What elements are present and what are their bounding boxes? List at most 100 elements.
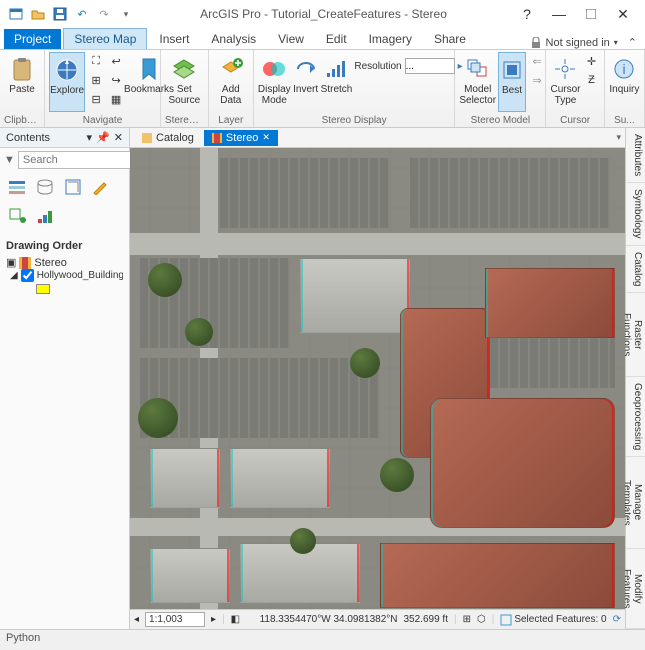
model-selector-button[interactable]: Model Selector bbox=[459, 52, 496, 112]
new-project-icon[interactable] bbox=[8, 6, 24, 22]
group-layer: Add Data Layer bbox=[209, 50, 254, 127]
inquiry-icon: i bbox=[611, 56, 637, 82]
side-tab-attributes[interactable]: Attributes bbox=[626, 128, 645, 183]
pane-close-icon[interactable]: ✕ bbox=[114, 131, 123, 144]
list-by-drawing-order-icon[interactable] bbox=[6, 176, 28, 198]
view-tab-catalog[interactable]: Catalog bbox=[134, 130, 202, 146]
list-by-editing-icon[interactable] bbox=[90, 176, 112, 198]
resolution-input[interactable] bbox=[405, 58, 455, 74]
pane-menu-icon[interactable]: ▾ bbox=[87, 131, 93, 144]
map-canvas[interactable] bbox=[130, 148, 625, 609]
group-stereo-model: Model Selector Best ⇐ ⇒ Stereo Model bbox=[455, 50, 546, 127]
tab-view[interactable]: View bbox=[268, 29, 314, 49]
help-button[interactable]: ? bbox=[513, 3, 541, 25]
ribbon-collapse-icon[interactable]: ⌃ bbox=[628, 36, 637, 49]
display-mode-button[interactable]: Display Mode bbox=[258, 52, 291, 112]
catalog-tab-icon bbox=[142, 133, 152, 143]
cursor-snap-icon[interactable]: ✛ bbox=[583, 52, 601, 70]
stereo-tab-label: Stereo bbox=[226, 132, 258, 144]
side-tab-raster-functions[interactable]: Raster Functions bbox=[626, 293, 645, 377]
fixed-zoom-out-icon[interactable]: ⊟ bbox=[87, 90, 105, 108]
minimize-button[interactable]: — bbox=[545, 3, 573, 25]
quick-access-toolbar: ↶ ↷ ▾ bbox=[8, 6, 134, 22]
side-tab-catalog[interactable]: Catalog bbox=[626, 246, 645, 293]
tab-edit[interactable]: Edit bbox=[316, 29, 357, 49]
full-extent-icon[interactable]: ⛶ bbox=[87, 52, 105, 70]
tab-share[interactable]: Share bbox=[424, 29, 476, 49]
python-pane-collapsed[interactable]: Python bbox=[0, 629, 645, 650]
add-data-button[interactable]: Add Data bbox=[213, 52, 249, 112]
sign-in-link[interactable]: Not signed in ▾ ⌃ bbox=[530, 36, 637, 49]
side-tab-geoprocessing[interactable]: Geoprocessing bbox=[626, 377, 645, 457]
contents-title: Contents bbox=[6, 132, 50, 144]
stretch-label: Stretch bbox=[321, 84, 353, 95]
view-tabs-dropdown-icon[interactable]: ▾ bbox=[616, 132, 621, 143]
view-tab-stereo[interactable]: Stereo ✕ bbox=[204, 130, 278, 146]
inquiry-button[interactable]: i Inquiry bbox=[609, 52, 640, 112]
group-stereo-display-label: Stereo Display bbox=[258, 115, 450, 127]
model-selector-icon bbox=[465, 56, 491, 82]
next-model-icon[interactable]: ⇒ bbox=[528, 71, 546, 89]
tab-insert[interactable]: Insert bbox=[149, 29, 199, 49]
side-tab-manage-templates[interactable]: Manage Templates bbox=[626, 457, 645, 549]
list-by-labeling-icon[interactable] bbox=[34, 204, 56, 226]
filter-icon[interactable]: ▼ bbox=[4, 154, 15, 166]
best-button[interactable]: Best bbox=[498, 52, 526, 112]
tab-analysis[interactable]: Analysis bbox=[201, 29, 266, 49]
expand-icon[interactable]: ▣ bbox=[6, 256, 16, 269]
refresh-icon[interactable]: ⟳ bbox=[613, 614, 621, 625]
side-tab-symbology[interactable]: Symbology bbox=[626, 183, 645, 245]
list-by-source-icon[interactable] bbox=[34, 176, 56, 198]
tab-project[interactable]: Project bbox=[4, 29, 61, 49]
snapping-icon[interactable]: ⊞ bbox=[463, 614, 471, 625]
scale-down-icon[interactable]: ◂ bbox=[134, 614, 139, 625]
next-extent-icon[interactable]: ↪ bbox=[107, 71, 125, 89]
map-area: Catalog Stereo ✕ ▾ bbox=[130, 128, 625, 629]
contents-pane: Contents ▾ 📌 ✕ ▼ 🔍 Drawing Order ▣ bbox=[0, 128, 130, 629]
layer-item[interactable]: ◢ Hollywood_Buildings_C bbox=[10, 269, 123, 282]
side-tab-modify-features[interactable]: Modify Features bbox=[626, 549, 645, 629]
chevron-down-icon: ▾ bbox=[614, 38, 618, 47]
cursor-z-icon[interactable]: Ƶ bbox=[583, 71, 601, 89]
fixed-zoom-in-icon[interactable]: ⊞ bbox=[87, 71, 105, 89]
scale-combo[interactable]: 1:1,003 bbox=[145, 612, 205, 627]
best-label: Best bbox=[502, 85, 522, 96]
undo-icon[interactable]: ↶ bbox=[74, 6, 90, 22]
layer-visibility-checkbox[interactable] bbox=[21, 269, 34, 282]
zoom-to-sel-icon[interactable]: ▦ bbox=[107, 90, 125, 108]
cursor-type-button[interactable]: Cursor Type bbox=[550, 52, 580, 112]
list-by-selection-icon[interactable] bbox=[62, 176, 84, 198]
maximize-button[interactable] bbox=[577, 3, 605, 25]
open-project-icon[interactable] bbox=[30, 6, 46, 22]
scale-up-icon[interactable]: ▸ bbox=[211, 614, 216, 625]
group-navigate: Explore ⛶ ⊞ ⊟ ↩ ↪ ▦ Bookmarks Navigate bbox=[45, 50, 161, 127]
prev-extent-icon[interactable]: ↩ bbox=[107, 52, 125, 70]
map-frame-item[interactable]: ▣ Stereo bbox=[6, 256, 123, 269]
stretch-button[interactable]: Stretch bbox=[321, 52, 353, 112]
explore-icon bbox=[54, 57, 80, 83]
layer-symbol-swatch[interactable] bbox=[36, 284, 50, 294]
constraints-icon[interactable]: ⬡ bbox=[477, 614, 486, 625]
tab-stereo-map[interactable]: Stereo Map bbox=[63, 28, 147, 49]
close-button[interactable]: ✕ bbox=[609, 3, 637, 25]
dynamic-range-icon[interactable]: ◧ bbox=[231, 614, 240, 625]
invert-button[interactable]: Invert bbox=[293, 52, 319, 112]
tab-imagery[interactable]: Imagery bbox=[359, 29, 422, 49]
cursor-type-label: Cursor Type bbox=[550, 84, 580, 106]
sign-in-label: Not signed in bbox=[546, 37, 610, 49]
collapse-icon[interactable]: ◢ bbox=[10, 270, 18, 281]
close-tab-icon[interactable]: ✕ bbox=[262, 132, 270, 143]
qat-dropdown-icon[interactable]: ▾ bbox=[118, 6, 134, 22]
save-icon[interactable] bbox=[52, 6, 68, 22]
list-by-snapping-icon[interactable] bbox=[6, 204, 28, 226]
redo-icon[interactable]: ↷ bbox=[96, 6, 112, 22]
set-source-button[interactable]: Set Source bbox=[165, 52, 204, 112]
prev-model-icon[interactable]: ⇐ bbox=[528, 52, 546, 70]
clipboard-icon bbox=[9, 56, 35, 82]
ribbon-tabstrip: Project Stereo Map Insert Analysis View … bbox=[0, 28, 645, 50]
explore-button[interactable]: Explore bbox=[49, 52, 85, 112]
pane-pin-icon[interactable]: 📌 bbox=[96, 131, 110, 144]
paste-button[interactable]: Paste bbox=[4, 52, 40, 112]
group-su-label: Su... bbox=[609, 115, 640, 127]
display-mode-label: Display Mode bbox=[258, 84, 291, 106]
